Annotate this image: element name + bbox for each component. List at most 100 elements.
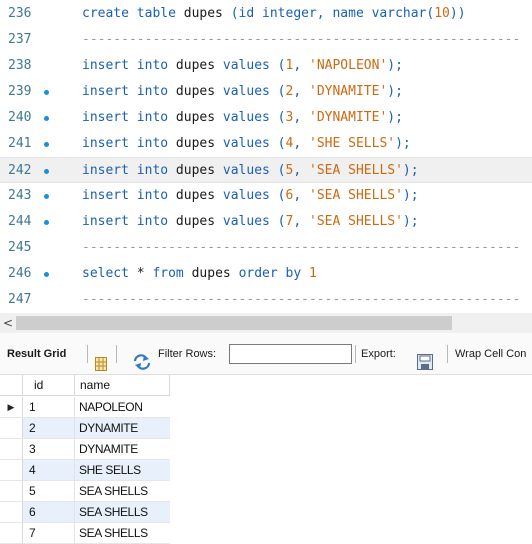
sql-keyword: , [293, 188, 309, 203]
identifier: dupes [168, 110, 223, 125]
line-number: 247 [8, 292, 32, 307]
column-header-id[interactable]: id [23, 375, 75, 396]
string-literal: 'SEA SHELLS' [309, 214, 403, 229]
line-number: 239 [8, 84, 32, 99]
code-line[interactable]: 243 insert into dupes values (6, 'SEA SHE… [0, 183, 532, 209]
cell-name[interactable]: DYNAMITE [75, 418, 170, 439]
line-number: 241 [8, 136, 32, 151]
code-line[interactable]: 241 insert into dupes values (4, 'SHE SEL… [0, 131, 532, 157]
cell-name[interactable]: SEA SHELLS [75, 523, 170, 544]
sql-keyword: , [293, 110, 309, 125]
sql-keyword: values ( [222, 136, 286, 151]
identifier: dupes [175, 6, 231, 21]
code-line[interactable]: 242 insert into dupes values (5, 'SEA SHE… [0, 157, 532, 183]
statement-marker-icon [44, 272, 49, 277]
table-row[interactable]: 4 SHE SELLS [0, 460, 170, 481]
cell-name[interactable]: SEA SHELLS [75, 502, 170, 523]
grid-icon[interactable] [95, 347, 107, 371]
row-selector[interactable] [0, 418, 23, 439]
sql-keyword: , [293, 163, 309, 178]
sql-keyword: values ( [222, 110, 286, 125]
sql-keyword: ); [387, 110, 403, 125]
identifier: dupes [168, 163, 223, 178]
scroll-left-arrow-icon[interactable]: < [1, 314, 15, 332]
cell-name[interactable]: DYNAMITE [75, 439, 170, 460]
statement-marker-icon [44, 169, 49, 174]
cell-id[interactable]: 3 [23, 439, 75, 460]
code-line[interactable]: 238 insert into dupes values (1, 'NAPOLEO… [0, 53, 532, 79]
cell-name[interactable]: SEA SHELLS [75, 481, 170, 502]
code-line[interactable]: 247 -------------------------------------… [0, 287, 532, 313]
code-line[interactable]: 244 insert into dupes values (7, 'SEA SHE… [0, 209, 532, 235]
code-line[interactable]: 239 insert into dupes values (2, 'DYNAMIT… [0, 79, 532, 105]
sql-keyword: insert into [82, 84, 169, 99]
sql-keyword: insert into [82, 58, 169, 73]
cell-name[interactable]: SHE SELLS [75, 460, 170, 481]
sql-keyword: values ( [222, 58, 286, 73]
table-row[interactable]: ▶ 1 NAPOLEON [0, 397, 170, 418]
identifier: * [128, 266, 153, 281]
filter-rows-input[interactable] [229, 344, 352, 364]
toolbar-divider [447, 345, 448, 363]
sql-keyword: ); [402, 214, 419, 229]
identifier: dupes [183, 266, 239, 281]
cell-id[interactable]: 4 [23, 460, 75, 481]
sql-keyword: values ( [222, 163, 286, 178]
number-literal: 1 [309, 266, 317, 281]
toolbar-divider [87, 345, 88, 363]
table-row[interactable]: 6 SEA SHELLS [0, 502, 170, 523]
code-line[interactable]: 245 -------------------------------------… [0, 235, 532, 261]
sql-keyword: , [293, 214, 309, 229]
code-text: select * from dupes order by 1 [82, 261, 317, 287]
sql-keyword: from [152, 266, 184, 281]
code-text: ----------------------------------------… [82, 287, 520, 313]
export-label: Export: [361, 348, 396, 360]
cell-id[interactable]: 7 [23, 523, 75, 544]
wrap-cell-content-label[interactable]: Wrap Cell Con [455, 333, 526, 375]
identifier: dupes [168, 214, 223, 229]
code-text: ----------------------------------------… [82, 235, 520, 261]
line-number: 245 [8, 240, 32, 255]
string-literal: 'SEA SHELLS' [309, 163, 403, 178]
table-row[interactable]: 7 SEA SHELLS [0, 523, 170, 544]
sql-keyword: values ( [222, 214, 286, 229]
filter-rows-label: Filter Rows: [158, 348, 217, 360]
row-selector[interactable] [0, 502, 23, 523]
export-icon[interactable] [417, 346, 433, 370]
cell-name[interactable]: NAPOLEON [75, 397, 170, 418]
row-selector[interactable] [0, 460, 23, 481]
identifier: dupes [168, 188, 223, 203]
sql-editor[interactable]: 236 create table dupes (id integer, name … [0, 0, 532, 312]
sql-keyword: (id integer, name varchar( [230, 6, 435, 21]
sql-keyword: ); [402, 188, 419, 203]
result-toolbar: Result Grid Filter Rows: Export: Wrap Ce… [0, 333, 532, 375]
code-line[interactable]: 240 insert into dupes values (3, 'DYNAMIT… [0, 105, 532, 131]
code-text: insert into dupes values (6, 'SEA SHELLS… [82, 183, 419, 209]
string-literal: 'SHE SELLS' [309, 136, 396, 151]
header-corner [0, 375, 23, 396]
refresh-icon[interactable] [132, 346, 152, 370]
current-row-marker-icon[interactable]: ▶ [0, 397, 23, 418]
sql-keyword: insert into [82, 188, 169, 203]
row-selector[interactable] [0, 523, 23, 544]
cell-id[interactable]: 2 [23, 418, 75, 439]
column-header-name[interactable]: name [75, 375, 170, 396]
cell-id[interactable]: 1 [23, 397, 75, 418]
table-row[interactable]: 3 DYNAMITE [0, 439, 170, 460]
result-grid-tab[interactable]: Result Grid [7, 333, 66, 375]
identifier: dupes [168, 136, 223, 151]
editor-horizontal-scrollbar[interactable]: < [0, 313, 532, 333]
cell-id[interactable]: 6 [23, 502, 75, 523]
cell-id[interactable]: 5 [23, 481, 75, 502]
code-line[interactable]: 237 -------------------------------------… [0, 27, 532, 53]
scrollbar-thumb[interactable] [16, 316, 452, 330]
code-line[interactable]: 246 select * from dupes order by 1 [0, 261, 532, 287]
line-number: 236 [8, 6, 32, 21]
table-row[interactable]: 2 DYNAMITE [0, 418, 170, 439]
result-grid[interactable]: id name ▶ 1 NAPOLEON 2 DYNAMITE 3 DYNAMITE 4 SHE… [0, 375, 532, 544]
table-row[interactable]: 5 SEA SHELLS [0, 481, 170, 502]
row-selector[interactable] [0, 439, 23, 460]
row-selector[interactable] [0, 481, 23, 502]
toolbar-divider [355, 345, 356, 363]
code-line[interactable]: 236 create table dupes (id integer, name … [0, 1, 532, 27]
